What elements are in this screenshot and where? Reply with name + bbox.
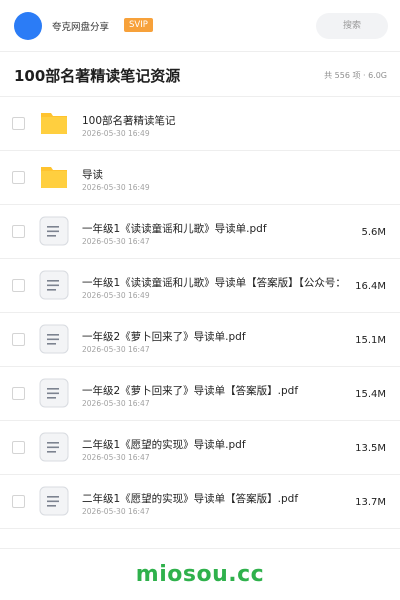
sharer-name: 夸克网盘分享 (52, 22, 110, 33)
file-row[interactable]: 一年级2《萝卜回来了》导读单.pdf 2026-05-30 16:47 15.1M (0, 313, 400, 367)
row-checkbox[interactable] (12, 279, 25, 292)
item-date: 2026-05-30 16:47 (82, 453, 150, 462)
row-checkbox[interactable] (12, 495, 25, 508)
row-checkbox[interactable] (12, 171, 25, 184)
row-checkbox[interactable] (12, 117, 25, 130)
item-date: 2026-05-30 16:49 (82, 183, 150, 192)
file-list: 100部名著精读笔记 2026-05-30 16:49 导读 2026-05-30 1… (0, 97, 400, 529)
item-date: 2026-05-30 16:49 (82, 291, 150, 300)
file-row[interactable]: 一年级2《萝卜回来了》导读单【答案版】.pdf 2026-05-30 16:47 1… (0, 367, 400, 421)
row-checkbox[interactable] (12, 333, 25, 346)
item-date: 2026-05-30 16:47 (82, 399, 150, 408)
item-name: 一年级2《萝卜回来了》导读单【答案版】.pdf (82, 385, 299, 397)
folder-row[interactable]: 100部名著精读笔记 2026-05-30 16:49 (0, 97, 400, 151)
file-row[interactable]: 二年级1《愿望的实现》导读单【答案版】.pdf 2026-05-30 16:47 1… (0, 475, 400, 529)
file-row[interactable]: 一年级1《读读童谣和儿歌》导读单.pdf 2026-05-30 16:47 5.6M (0, 205, 400, 259)
row-checkbox[interactable] (12, 441, 25, 454)
folder-icon (39, 162, 69, 192)
item-name: 二年级1《愿望的实现》导读单【答案版】.pdf (82, 493, 299, 505)
item-date: 2026-05-30 16:47 (82, 237, 150, 246)
folder-icon-graphic (41, 113, 67, 134)
item-size: 15.1M (355, 335, 386, 346)
folder-row[interactable]: 导读 2026-05-30 16:49 (0, 151, 400, 205)
folder-icon (39, 108, 69, 138)
item-size: 5.6M (361, 227, 386, 238)
divider (0, 548, 400, 549)
item-size: 16.4M (355, 281, 386, 292)
item-name: 一年级1《读读童谣和儿歌》导读单.pdf (82, 223, 267, 235)
item-size: 13.7M (355, 497, 386, 508)
svip-badge: SVIP (124, 18, 153, 32)
folder-summary: 共 556 项 · 6.0G (324, 71, 387, 80)
watermark: miosou.cc (135, 562, 265, 587)
folder-header: 100部名著精读笔记资源 共 556 项 · 6.0G (0, 53, 400, 97)
item-name: 一年级2《萝卜回来了》导读单.pdf (82, 331, 246, 343)
item-size: 15.4M (355, 389, 386, 400)
document-icon (39, 486, 69, 516)
row-checkbox[interactable] (12, 387, 25, 400)
item-date: 2026-05-30 16:47 (82, 507, 150, 516)
page-title: 100部名著精读笔记资源 (14, 67, 181, 85)
document-icon (39, 270, 69, 300)
document-icon (39, 216, 69, 246)
file-row[interactable]: 二年级1《愿望的实现》导读单.pdf 2026-05-30 16:47 13.5M (0, 421, 400, 475)
item-name: 二年级1《愿望的实现》导读单.pdf (82, 439, 246, 451)
row-checkbox[interactable] (12, 225, 25, 238)
document-icon-graphic (39, 486, 69, 516)
document-icon-graphic (39, 432, 69, 462)
item-name: 一年级1《读读童谣和儿歌》导读单【答案版】【公众号： (82, 277, 346, 289)
document-icon-graphic (39, 216, 69, 246)
document-icon (39, 324, 69, 354)
top-bar: 夸克网盘分享 SVIP 搜索 (0, 0, 400, 52)
folder-icon-graphic (41, 167, 67, 188)
item-size: 13.5M (355, 443, 386, 454)
document-icon (39, 432, 69, 462)
search-input[interactable]: 搜索 (316, 13, 388, 39)
item-date: 2026-05-30 16:49 (82, 129, 150, 138)
item-name: 100部名著精读笔记 (82, 115, 176, 127)
document-icon (39, 378, 69, 408)
document-icon-graphic (39, 324, 69, 354)
document-icon-graphic (39, 378, 69, 408)
document-icon-graphic (39, 270, 69, 300)
avatar[interactable] (14, 12, 42, 40)
file-row[interactable]: 一年级1《读读童谣和儿歌》导读单【答案版】【公众号： 2026-05-30 16:… (0, 259, 400, 313)
item-name: 导读 (82, 169, 103, 181)
item-date: 2026-05-30 16:47 (82, 345, 150, 354)
